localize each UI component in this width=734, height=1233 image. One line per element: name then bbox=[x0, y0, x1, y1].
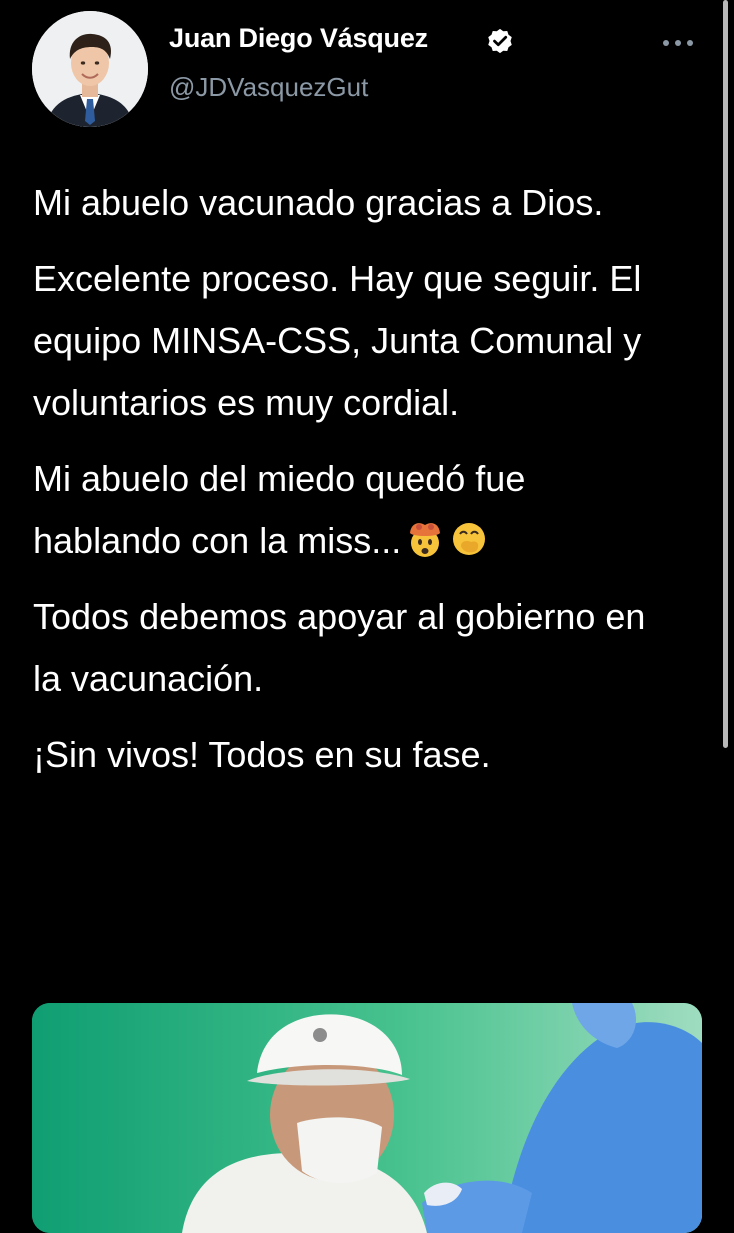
scrollbar[interactable] bbox=[723, 0, 728, 748]
exploding-head-emoji bbox=[410, 523, 441, 558]
tweet-media-image[interactable] bbox=[32, 1003, 702, 1233]
tweet: Juan Diego Vásquez @JDVasquezGut Mi abue… bbox=[0, 0, 734, 1233]
verified-badge-icon bbox=[488, 28, 512, 54]
avatar-photo bbox=[32, 11, 148, 127]
more-options-button[interactable] bbox=[655, 26, 701, 60]
tweet-text: Mi abuelo vacunado gracias a Dios. Excel… bbox=[33, 172, 683, 800]
tweet-paragraph: Excelente proceso. Hay que seguir. El eq… bbox=[33, 258, 642, 423]
vaccination-photo bbox=[32, 1003, 702, 1233]
tweet-paragraph: Todos debemos apoyar al gobierno en la v… bbox=[33, 596, 646, 699]
tweet-paragraph-with-emojis: Mi abuelo del miedo quedó fue hablando c… bbox=[33, 448, 683, 572]
author-avatar[interactable] bbox=[32, 11, 148, 127]
author-handle[interactable]: @JDVasquezGut bbox=[169, 72, 368, 103]
face-with-hand-over-mouth-emoji bbox=[453, 523, 486, 556]
tweet-paragraph: ¡Sin vivos! Todos en su fase. bbox=[33, 734, 491, 775]
more-options-icon bbox=[663, 40, 693, 46]
author-name[interactable]: Juan Diego Vásquez bbox=[169, 23, 428, 54]
tweet-paragraph: Mi abuelo vacunado gracias a Dios. bbox=[33, 182, 604, 223]
